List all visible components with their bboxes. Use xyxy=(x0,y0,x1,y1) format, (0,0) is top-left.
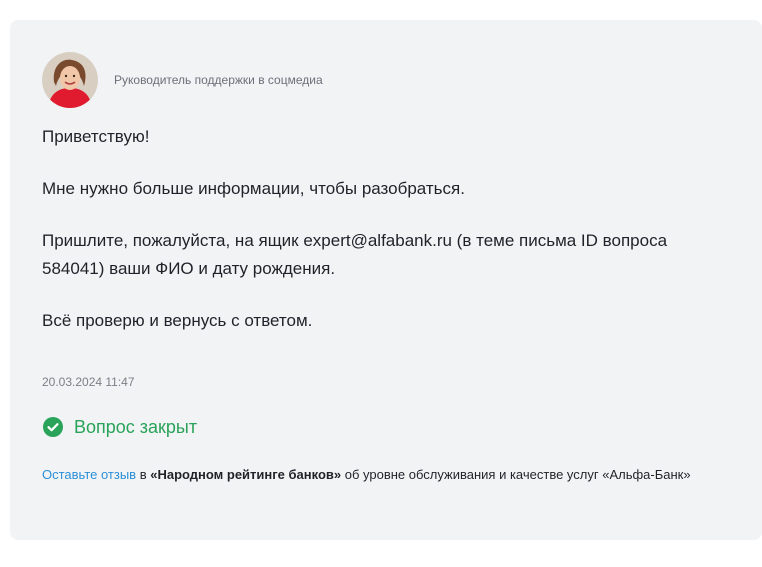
status-label: Вопрос закрыт xyxy=(74,416,198,437)
message-paragraph: Мне нужно больше информации, чтобы разоб… xyxy=(42,179,465,198)
message-paragraph: Всё проверю и вернусь с ответом. xyxy=(42,311,313,330)
author-avatar xyxy=(42,52,98,108)
message-paragraph: Пришлите, пожалуйста, на ящик expert@alf… xyxy=(42,231,668,278)
message-body: Приветствую! Мне нужно больше информации… xyxy=(42,123,722,359)
answer-card: Руководитель поддержки в соцмедиа Привет… xyxy=(10,20,762,540)
message-timestamp: 20.03.2024 11:47 xyxy=(42,375,135,389)
feedback-note: Оставьте отзыв в «Народном рейтинге банк… xyxy=(42,465,722,485)
feedback-text: об уровне обслуживания и качестве услуг … xyxy=(341,467,691,482)
feedback-text: в xyxy=(136,467,151,482)
question-status: Вопрос закрыт xyxy=(42,416,197,438)
author-role: Руководитель поддержки в соцмедиа xyxy=(114,73,323,87)
leave-review-link[interactable]: Оставьте отзыв xyxy=(42,467,136,482)
check-circle-icon xyxy=(42,416,64,438)
author-block: Руководитель поддержки в соцмедиа xyxy=(42,52,323,108)
rating-name: «Народном рейтинге банков» xyxy=(150,467,342,482)
message-greeting: Приветствую! xyxy=(42,127,150,146)
